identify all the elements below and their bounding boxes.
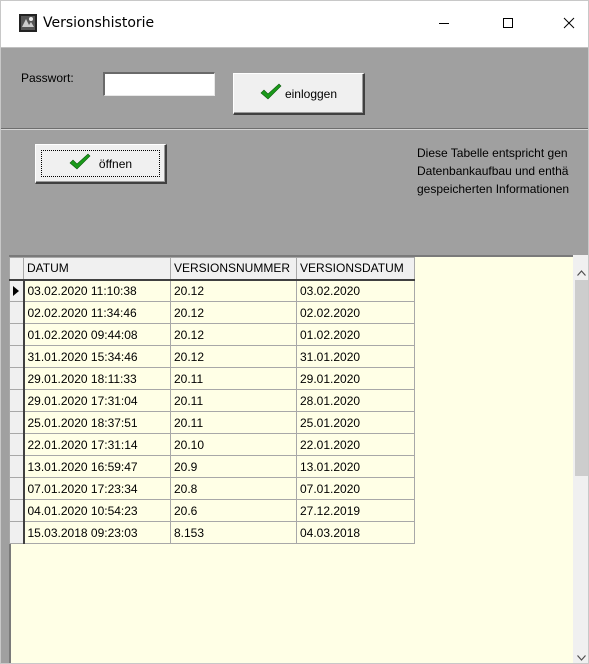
checkmark-icon (260, 83, 282, 104)
cell-versionsdatum[interactable]: 03.02.2020 (296, 279, 415, 302)
password-input[interactable] (103, 72, 215, 96)
cell-datum[interactable]: 13.01.2020 16:59:47 (23, 455, 171, 478)
row-indicator[interactable] (9, 477, 25, 500)
cell-versionsdatum[interactable]: 28.01.2020 (296, 389, 415, 412)
scroll-down-button[interactable] (573, 648, 588, 664)
cell-datum[interactable]: 29.01.2020 18:11:33 (23, 367, 171, 390)
row-indicator[interactable] (9, 345, 25, 368)
cell-datum[interactable]: 22.01.2020 17:31:14 (23, 433, 171, 456)
scrollbar-thumb[interactable] (575, 280, 588, 476)
login-panel: Passwort: einloggen (1, 47, 588, 129)
versionshistorie-window: Versionshistorie Passwort: einloggen öff… (0, 0, 589, 664)
chevron-up-icon (577, 265, 586, 279)
grid-header-row: DATUM VERSIONSNUMMER VERSIONSDATUM (9, 257, 415, 281)
cell-versionsdatum[interactable]: 29.01.2020 (296, 367, 415, 390)
cell-versionsdatum[interactable]: 22.01.2020 (296, 433, 415, 456)
row-indicator[interactable] (9, 411, 25, 434)
cell-versionsdatum[interactable]: 13.01.2020 (296, 455, 415, 478)
open-button[interactable]: öffnen (35, 144, 167, 184)
grid-left-margin (1, 255, 9, 663)
cell-versionsdatum[interactable]: 25.01.2020 (296, 411, 415, 434)
maximize-button[interactable] (485, 1, 531, 47)
table-row[interactable]: 02.02.2020 11:34:46 20.12 02.02.2020 (9, 301, 415, 324)
table-row[interactable]: 13.01.2020 16:59:47 20.9 13.01.2020 (9, 455, 415, 478)
cell-versionsnummer[interactable]: 20.11 (170, 367, 297, 390)
cell-versionsnummer[interactable]: 20.9 (170, 455, 297, 478)
row-indicator[interactable] (9, 389, 25, 412)
cell-datum[interactable]: 29.01.2020 17:31:04 (23, 389, 171, 412)
login-button-label: einloggen (284, 86, 338, 101)
cell-versionsdatum[interactable]: 27.12.2019 (296, 499, 415, 522)
cell-datum[interactable]: 15.03.2018 09:23:03 (23, 521, 171, 544)
cell-versionsdatum[interactable]: 31.01.2020 (296, 345, 415, 368)
cell-datum[interactable]: 31.01.2020 15:34:46 (23, 345, 171, 368)
row-indicator[interactable] (9, 521, 25, 544)
column-header-versionsdatum[interactable]: VERSIONSDATUM (296, 257, 415, 281)
row-indicator[interactable] (9, 279, 25, 302)
cell-versionsnummer[interactable]: 20.12 (170, 323, 297, 346)
cell-versionsnummer[interactable]: 20.11 (170, 389, 297, 412)
cell-versionsnummer[interactable]: 20.12 (170, 279, 297, 302)
table-row[interactable]: 29.01.2020 17:31:04 20.11 28.01.2020 (9, 389, 415, 412)
cell-datum[interactable]: 07.01.2020 17:23:34 (23, 477, 171, 500)
version-history-grid: DATUM VERSIONSNUMMER VERSIONSDATUM 03.02… (9, 257, 415, 544)
minimize-button[interactable] (421, 1, 467, 47)
row-indicator[interactable] (9, 367, 25, 390)
scroll-up-button[interactable] (573, 263, 588, 280)
cell-datum[interactable]: 04.01.2020 10:54:23 (23, 499, 171, 522)
cell-versionsnummer[interactable]: 20.12 (170, 345, 297, 368)
table-row[interactable]: 29.01.2020 18:11:33 20.11 29.01.2020 (9, 367, 415, 390)
cell-datum[interactable]: 02.02.2020 11:34:46 (23, 301, 171, 324)
minimize-icon (438, 17, 450, 32)
cell-versionsdatum[interactable]: 02.02.2020 (296, 301, 415, 324)
close-button[interactable] (546, 1, 588, 47)
table-row[interactable]: 04.01.2020 10:54:23 20.6 27.12.2019 (9, 499, 415, 522)
cell-datum[interactable]: 25.01.2020 18:37:51 (23, 411, 171, 434)
cell-versionsdatum[interactable]: 01.02.2020 (296, 323, 415, 346)
info-line: gespeicherten Informationen (417, 182, 570, 196)
table-row[interactable]: 25.01.2020 18:37:51 20.11 25.01.2020 (9, 411, 415, 434)
login-button[interactable]: einloggen (233, 73, 365, 115)
cell-versionsnummer[interactable]: 20.11 (170, 411, 297, 434)
cell-versionsdatum[interactable]: 04.03.2018 (296, 521, 415, 544)
cell-versionsnummer[interactable]: 8.153 (170, 521, 297, 544)
current-row-arrow-icon (13, 285, 19, 296)
table-row[interactable]: 31.01.2020 15:34:46 20.12 31.01.2020 (9, 345, 415, 368)
focus-rectangle (41, 150, 160, 177)
table-row[interactable]: 22.01.2020 17:31:14 20.10 22.01.2020 (9, 433, 415, 456)
cell-versionsnummer[interactable]: 20.8 (170, 477, 297, 500)
row-indicator[interactable] (9, 499, 25, 522)
table-row[interactable]: 15.03.2018 09:23:03 8.153 04.03.2018 (9, 521, 415, 544)
cell-versionsnummer[interactable]: 20.12 (170, 301, 297, 324)
table-row[interactable]: 03.02.2020 11:10:38 20.12 03.02.2020 (9, 279, 415, 302)
maximize-icon (502, 17, 514, 32)
row-indicator-header (9, 257, 24, 281)
cell-versionsnummer[interactable]: 20.6 (170, 499, 297, 522)
row-indicator[interactable] (9, 301, 25, 324)
row-indicator[interactable] (9, 455, 25, 478)
password-label: Passwort: (21, 71, 74, 85)
table-row[interactable]: 01.02.2020 09:44:08 20.12 01.02.2020 (9, 323, 415, 346)
window-title: Versionshistorie (43, 15, 155, 31)
info-line: Diese Tabelle entspricht gen (417, 146, 568, 160)
cell-versionsnummer[interactable]: 20.10 (170, 433, 297, 456)
row-indicator[interactable] (9, 323, 25, 346)
chevron-down-icon (577, 650, 586, 664)
row-indicator[interactable] (9, 433, 25, 456)
column-header-datum[interactable]: DATUM (23, 257, 171, 281)
vertical-scrollbar[interactable] (573, 255, 588, 664)
info-line: Datenbankaufbau und enthä (417, 164, 569, 178)
cell-datum[interactable]: 01.02.2020 09:44:08 (23, 323, 171, 346)
info-text: Diese Tabelle entspricht gen Datenbankau… (417, 144, 588, 198)
title-bar[interactable]: Versionshistorie (1, 1, 588, 47)
close-icon (563, 17, 575, 32)
cell-versionsdatum[interactable]: 07.01.2020 (296, 477, 415, 500)
cell-datum[interactable]: 03.02.2020 11:10:38 (23, 279, 171, 302)
app-icon (19, 14, 37, 32)
table-row[interactable]: 07.01.2020 17:23:34 20.8 07.01.2020 (9, 477, 415, 500)
column-header-versionsnummer[interactable]: VERSIONSNUMMER (170, 257, 297, 281)
